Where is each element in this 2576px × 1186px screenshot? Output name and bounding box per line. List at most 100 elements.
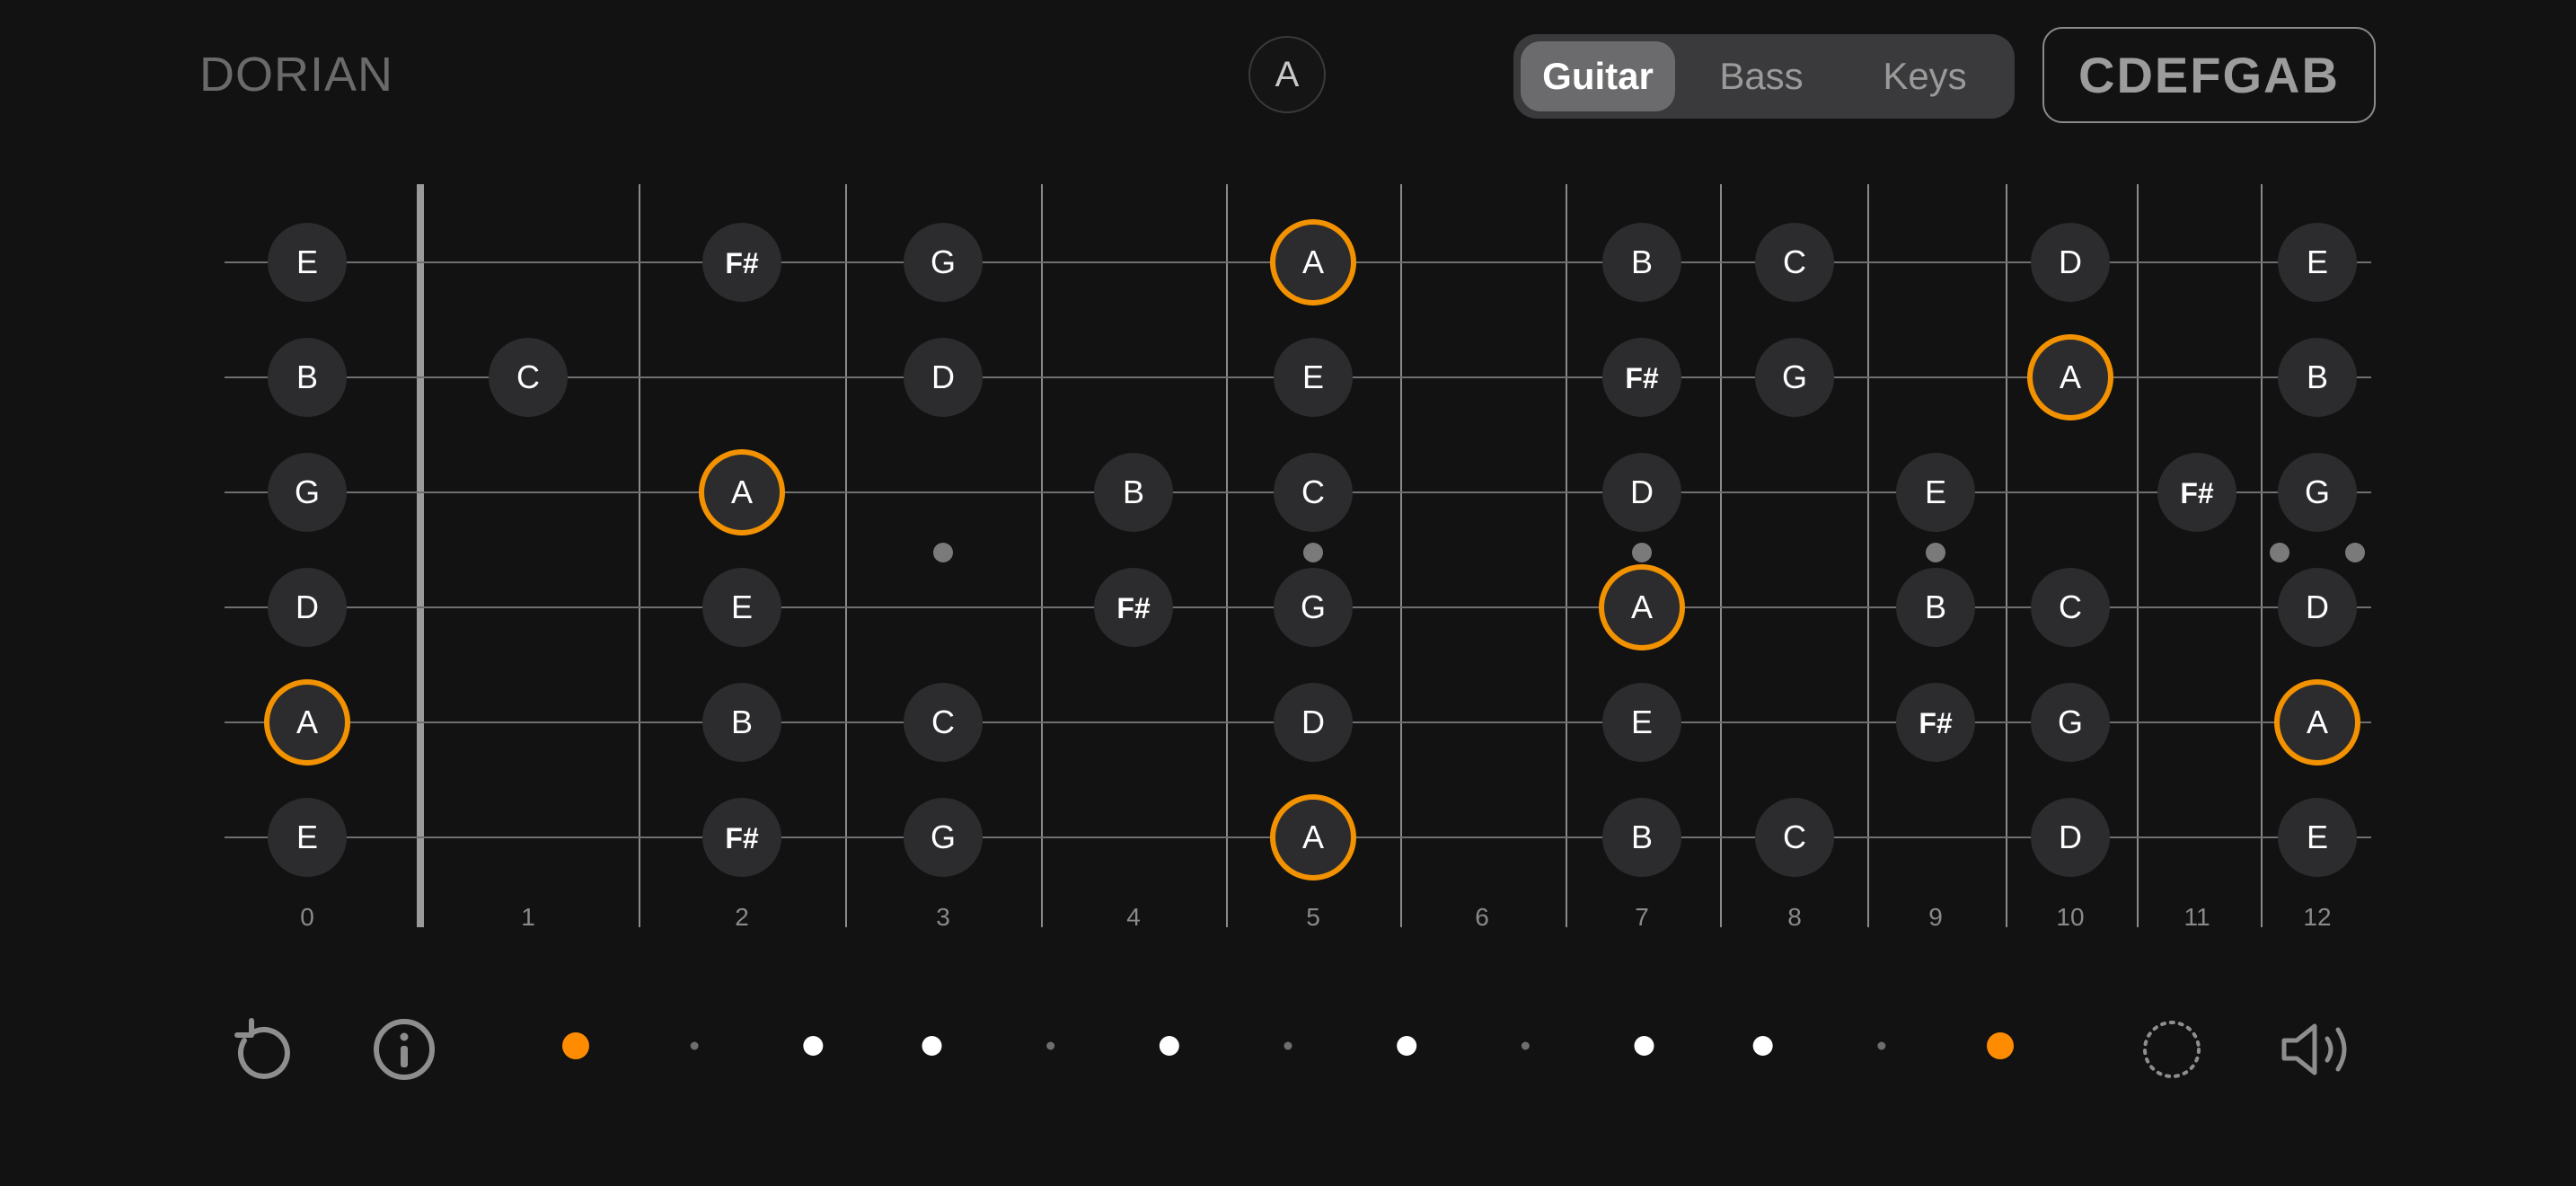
note-marker[interactable]: C [2031,568,2110,647]
scale-half-step-dot [1046,1041,1055,1050]
note-label: B [296,358,318,395]
note-marker[interactable]: F# [1094,568,1173,647]
note-label: B [1631,243,1653,280]
note-marker[interactable]: B [268,338,347,417]
note-marker[interactable]: G [1755,338,1834,417]
note-marker[interactable]: G [904,223,983,302]
fret-inlay-dot [1303,543,1323,562]
note-label: F# [725,247,759,279]
note-marker[interactable]: G [2031,683,2110,762]
note-label: A [731,474,753,510]
note-label: B [1925,589,1946,625]
note-marker[interactable]: A [2027,334,2113,420]
fret-number: 4 [1126,903,1141,931]
note-marker[interactable]: G [904,798,983,877]
note-marker[interactable]: D [904,338,983,417]
note-label: D [296,589,319,625]
note-label: C [2059,589,2082,625]
note-marker[interactable]: B [1602,223,1681,302]
note-marker[interactable]: B [1094,453,1173,532]
note-marker[interactable]: E [1274,338,1353,417]
note-label: E [296,819,318,855]
note-label: B [2307,358,2328,395]
note-label: F# [1625,362,1659,394]
note-label: D [1301,704,1325,740]
fret-number: 1 [521,903,535,931]
scale-step-root-dot [562,1032,589,1059]
note-label: C [931,704,955,740]
note-marker[interactable]: C [1274,453,1353,532]
note-label: C [1783,243,1806,280]
note-label: A [2307,704,2328,740]
note-marker[interactable]: C [1755,223,1834,302]
fret-inlay-dot [2270,543,2289,562]
note-label: E [296,243,318,280]
note-label: A [2060,358,2081,395]
note-label: F# [2180,477,2214,509]
speaker-icon [2281,1023,2347,1075]
note-marker[interactable]: G [2278,453,2357,532]
note-marker[interactable]: E [1896,453,1975,532]
note-marker[interactable]: E [268,223,347,302]
note-marker[interactable]: G [268,453,347,532]
note-label: E [1925,474,1946,510]
note-marker[interactable]: F# [702,798,781,877]
note-label: A [1631,589,1653,625]
note-marker[interactable]: G [1274,568,1353,647]
note-label: B [1123,474,1144,510]
note-marker[interactable]: B [2278,338,2357,417]
scale-step-dot [1397,1036,1417,1056]
note-marker[interactable]: C [489,338,568,417]
note-label: D [2306,589,2329,625]
note-label: G [1301,589,1326,625]
note-marker[interactable]: E [268,798,347,877]
note-marker[interactable]: A [264,679,350,766]
note-label: F# [725,822,759,854]
note-label: C [516,358,540,395]
note-marker[interactable]: A [699,449,785,535]
fret-number: 5 [1306,903,1320,931]
note-marker[interactable]: D [268,568,347,647]
note-label: G [931,243,956,280]
sound-button[interactable] [2277,1013,2358,1085]
note-marker[interactable]: D [2031,223,2110,302]
fret-number: 11 [2183,903,2210,931]
note-marker[interactable]: E [2278,798,2357,877]
note-marker[interactable]: E [2278,223,2357,302]
note-marker[interactable]: F# [702,223,781,302]
fret-number: 8 [1787,903,1802,931]
dotted-circle-icon [2143,1021,2201,1078]
note-marker[interactable]: F# [1602,338,1681,417]
note-marker[interactable]: A [1270,794,1356,881]
note-marker[interactable]: B [1896,568,1975,647]
loading-button[interactable] [2136,1013,2208,1085]
fret-number: 0 [300,903,314,931]
note-label: A [296,704,318,740]
note-marker[interactable]: E [702,568,781,647]
note-marker[interactable]: A [1270,219,1356,305]
fret-number: 2 [735,903,749,931]
note-label: B [1631,819,1653,855]
note-marker[interactable]: F# [2157,453,2236,532]
note-marker[interactable]: D [1274,683,1353,762]
note-marker[interactable]: A [2274,679,2360,766]
note-label: G [1782,358,1807,395]
note-marker[interactable]: D [2031,798,2110,877]
note-marker[interactable]: D [2278,568,2357,647]
note-marker[interactable]: C [1755,798,1834,877]
note-marker[interactable]: D [1602,453,1681,532]
note-label: E [1631,704,1653,740]
note-label: E [1302,358,1324,395]
note-label: D [2059,819,2082,855]
note-marker[interactable]: F# [1896,683,1975,762]
note-marker[interactable]: A [1599,564,1685,651]
fret-number: 10 [2056,903,2084,931]
note-marker[interactable]: B [702,683,781,762]
fret-number: 7 [1635,903,1649,931]
scale-step-dot [1159,1036,1179,1056]
scale-half-step-dot [1877,1041,1886,1050]
scale-half-step-dot [690,1041,699,1050]
note-marker[interactable]: E [1602,683,1681,762]
note-marker[interactable]: B [1602,798,1681,877]
note-marker[interactable]: C [904,683,983,762]
